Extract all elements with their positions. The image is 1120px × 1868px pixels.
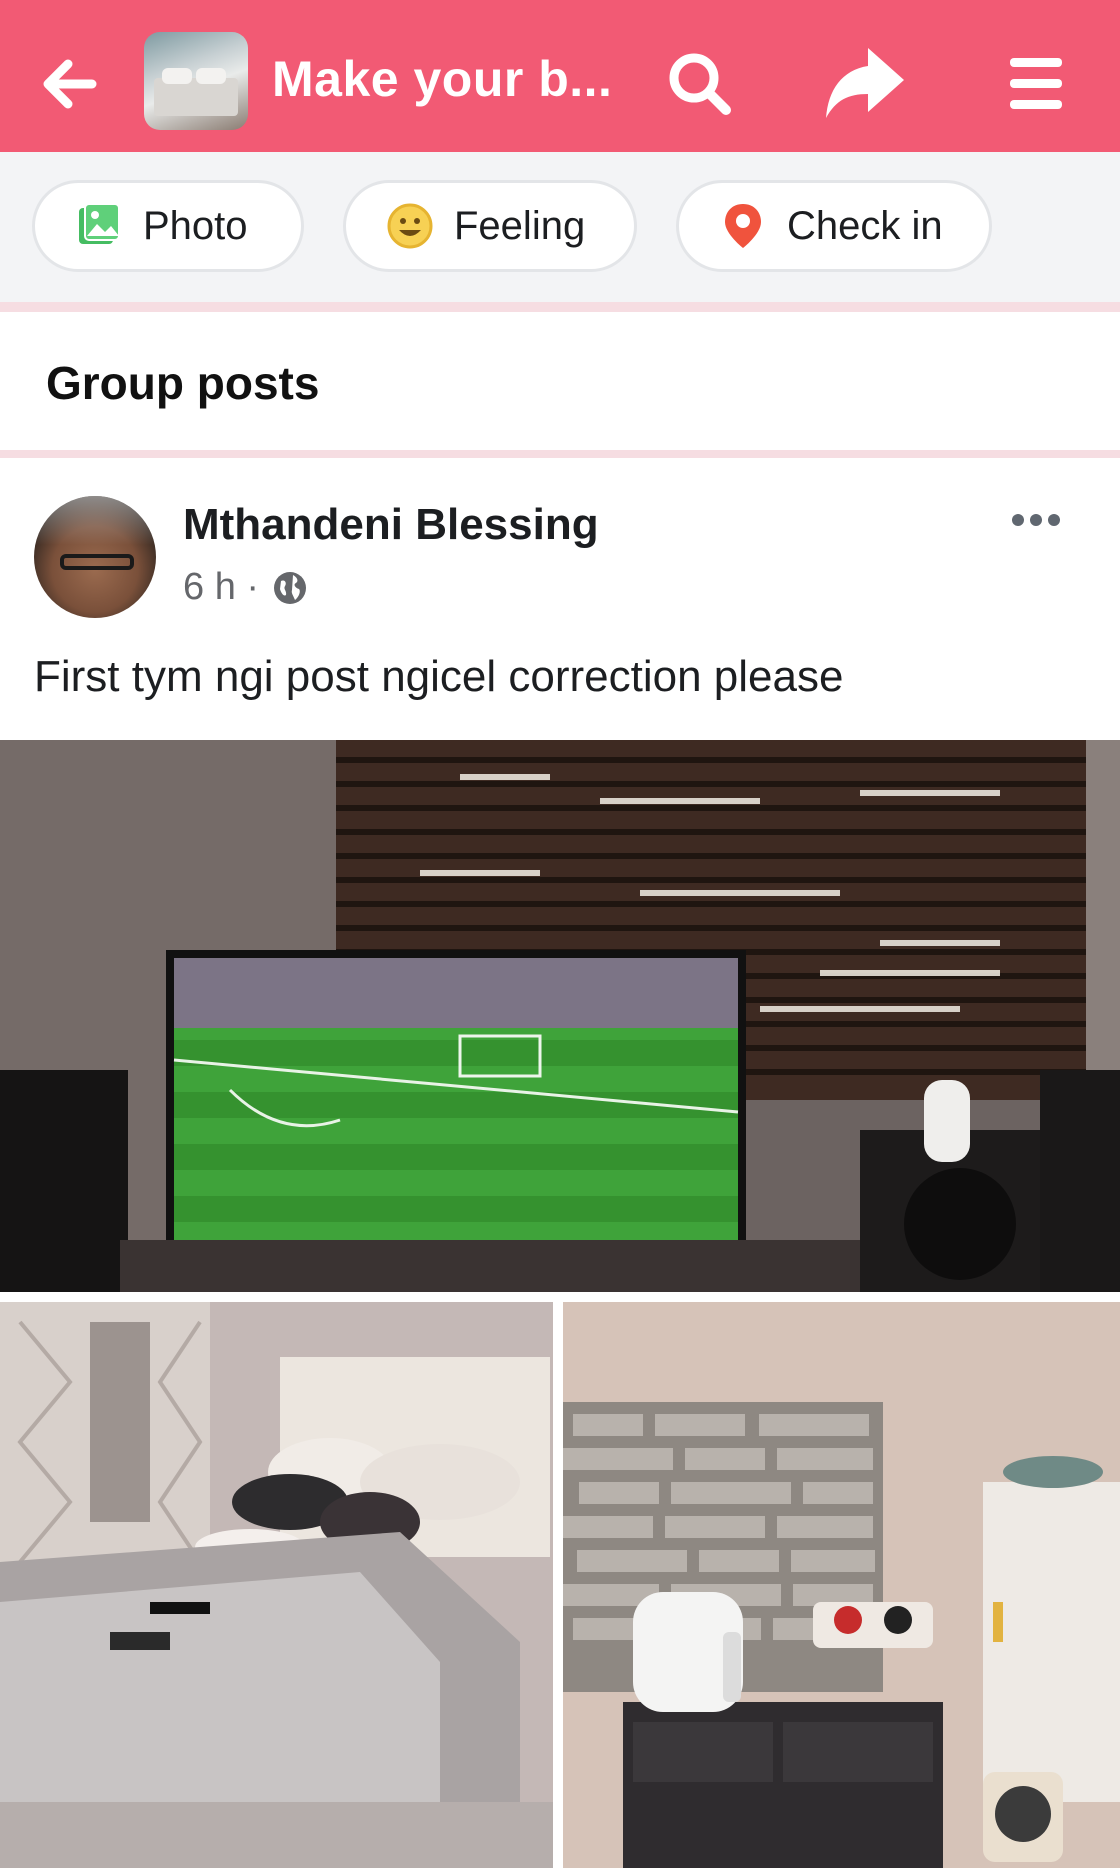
feeling-label: Feeling	[454, 203, 586, 248]
divider	[0, 302, 1120, 312]
post-time[interactable]: 6 h ·	[183, 566, 259, 609]
smiley-icon	[386, 202, 434, 250]
location-pin-icon	[719, 202, 767, 250]
composer-actions: Photo Feeling Check in	[0, 152, 1120, 302]
post-meta: 6 h ·	[183, 566, 309, 609]
check-in-button[interactable]: Check in	[676, 180, 992, 272]
more-options-icon[interactable]	[1008, 500, 1064, 540]
photo-button[interactable]: Photo	[32, 180, 304, 272]
feeling-button[interactable]: Feeling	[343, 180, 637, 272]
group-posts-section: Group posts	[0, 312, 1120, 450]
photo-label: Photo	[143, 203, 248, 248]
group-title[interactable]: Make your b...	[272, 50, 612, 108]
check-in-label: Check in	[787, 203, 943, 248]
globe-icon	[271, 569, 309, 607]
post-author[interactable]: Mthandeni Blessing	[183, 500, 599, 550]
search-icon[interactable]	[660, 44, 740, 124]
top-bar: Make your b...	[0, 0, 1120, 152]
photo-separator	[553, 1302, 563, 1868]
post-text: First tym ngi post ngicel correction ple…	[34, 652, 844, 701]
kitchen-corner-photo[interactable]	[563, 1302, 1120, 1868]
living-room-tv-photo[interactable]	[0, 740, 1120, 1292]
share-icon[interactable]	[820, 40, 910, 126]
divider	[0, 450, 1120, 458]
photo-icon	[75, 202, 123, 250]
section-title: Group posts	[46, 357, 320, 409]
hamburger-menu-icon[interactable]	[1004, 48, 1068, 118]
back-arrow-icon[interactable]	[30, 44, 110, 124]
group-thumbnail[interactable]	[144, 32, 248, 130]
bedroom-photo[interactable]	[0, 1302, 553, 1868]
avatar[interactable]	[34, 496, 156, 618]
photo-separator	[0, 1292, 1120, 1302]
